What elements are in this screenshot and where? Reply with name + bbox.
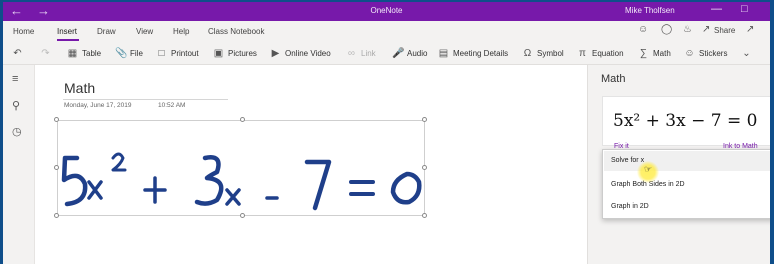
pictures-button[interactable]: ▣ Pictures <box>213 45 257 61</box>
undo-icon[interactable]: ↶ <box>12 45 23 61</box>
link-icon: ∞ <box>347 47 356 59</box>
active-tab-indicator <box>57 39 79 41</box>
table-icon: ▦ <box>67 47 78 59</box>
paperclip-icon: 📎 <box>115 47 128 59</box>
bell-icon[interactable]: ♨ <box>683 24 692 35</box>
math-icon: ∑ <box>639 47 648 59</box>
close-icon[interactable]: ✕ <box>769 74 770 85</box>
page-date: Monday, June 17, 2019 <box>64 102 132 109</box>
stickers-button[interactable]: ☺ Stickers <box>684 45 727 61</box>
page-title-underline <box>63 99 228 100</box>
equation-button[interactable]: π Equation <box>577 45 624 61</box>
printout-icon: □ <box>158 47 165 59</box>
tab-draw[interactable]: Draw <box>97 27 116 36</box>
expand-icon[interactable]: ↗ <box>746 24 754 35</box>
online-video-button[interactable]: ▶ Online Video <box>270 45 331 61</box>
recognized-equation-card: 5x² + 3x − 7 = 0 <box>602 96 770 146</box>
math-button[interactable]: ∑ Math <box>638 45 671 61</box>
menu-item-solve-for-x[interactable]: Solve for x <box>611 157 644 164</box>
file-button[interactable]: 📎 File <box>115 45 143 61</box>
recognized-equation: 5x² + 3x − 7 = 0 <box>613 111 758 131</box>
pictures-icon: ▣ <box>213 47 224 59</box>
tab-insert[interactable]: Insert <box>57 27 77 36</box>
share-icon[interactable]: ↗ <box>702 24 710 35</box>
math-pane-title: Math <box>601 73 626 85</box>
title-bar: ← → OneNote Mike Tholfsen — □ <box>3 2 770 21</box>
recent-clock-icon[interactable]: ◷ <box>12 125 22 138</box>
symbol-button[interactable]: Ω Symbol <box>522 45 564 61</box>
online-video-icon: ▶ <box>271 47 280 59</box>
math-pane: Math ✕ 5x² + 3x − 7 = 0 Fix it Ink to Ma… <box>587 65 770 264</box>
handwritten-equation-ink <box>61 152 422 211</box>
symbol-icon: Ω <box>523 47 532 59</box>
printout-button[interactable]: □ Printout <box>156 45 198 61</box>
redo-icon[interactable]: ↷ <box>40 45 51 61</box>
ribbon-more-chevron-icon[interactable]: ⌄ <box>741 45 752 61</box>
emoji-icon[interactable]: ☺ <box>638 24 648 35</box>
tab-view[interactable]: View <box>136 27 153 36</box>
page-title[interactable]: Math <box>64 80 95 96</box>
user-name[interactable]: Mike Tholfsen <box>625 6 675 15</box>
audio-button[interactable]: 🎤 Audio <box>392 45 427 61</box>
meeting-details-icon: ▤ <box>438 47 449 59</box>
tab-class-notebook[interactable]: Class Notebook <box>208 27 264 36</box>
minimize-icon[interactable]: — <box>711 3 722 15</box>
ribbon: Home Insert Draw View Help Class Noteboo… <box>3 21 770 65</box>
share-button[interactable]: Share <box>714 26 735 35</box>
stickers-icon: ☺ <box>684 47 695 59</box>
lightbulb-icon[interactable]: ◯ <box>661 24 672 35</box>
link-button[interactable]: ∞ Link <box>346 45 376 61</box>
menu-item-graph-2d[interactable]: Graph in 2D <box>611 203 649 210</box>
equation-icon: π <box>579 47 586 59</box>
action-dropdown-menu: Solve for x Graph Both Sides in 2D Graph… <box>602 149 770 219</box>
notebooks-icon[interactable]: ≡ <box>12 73 18 85</box>
meeting-details-button[interactable]: ▤ Meeting Details <box>438 45 508 61</box>
onenote-window: ← → OneNote Mike Tholfsen — □ Home Inser… <box>3 2 770 264</box>
navigation-rail: ≡ ⚲ ◷ <box>3 65 35 264</box>
tab-home[interactable]: Home <box>13 27 34 36</box>
table-button[interactable]: ▦ Table <box>67 45 101 61</box>
search-icon[interactable]: ⚲ <box>12 99 20 112</box>
maximize-icon[interactable]: □ <box>741 3 748 15</box>
page-time: 10:52 AM <box>158 102 186 109</box>
tab-help[interactable]: Help <box>173 27 189 36</box>
mouse-pointer-icon: ☞ <box>644 164 653 174</box>
audio-icon: 🎤 <box>392 47 405 59</box>
